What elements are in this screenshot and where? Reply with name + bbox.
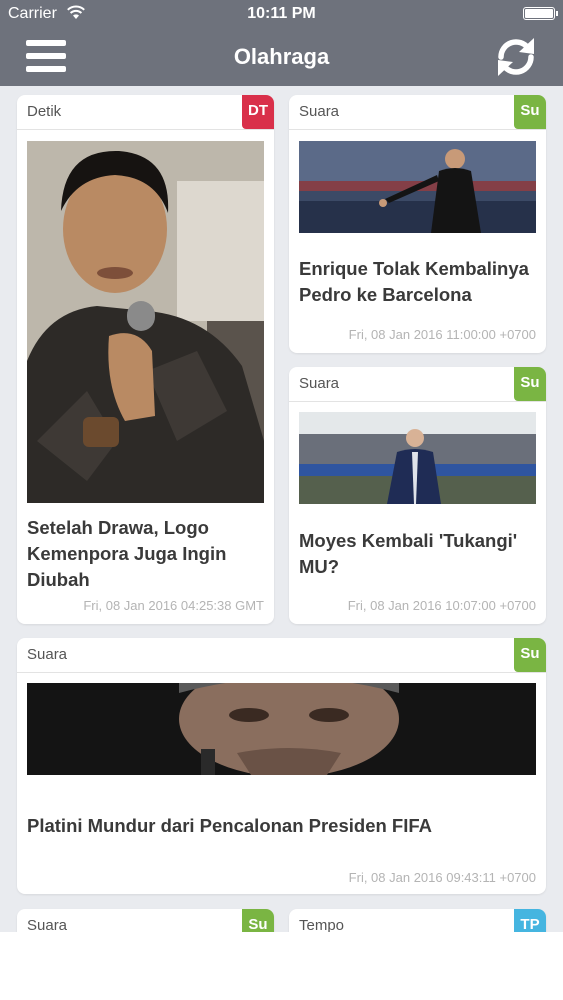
article-date: Fri, 08 Jan 2016 10:07:00 +0700 <box>347 598 536 613</box>
source-label: Detik <box>27 103 62 120</box>
card-header: Suara Su <box>17 638 546 673</box>
news-card[interactable]: Suara Su Platini Mundur dari Pencalonan … <box>17 638 546 894</box>
article-headline: Platini Mundur dari Pencalonan Presiden … <box>27 815 433 836</box>
article-date: Fri, 08 Jan 2016 04:25:38 GMT <box>83 598 264 613</box>
status-bar: Carrier 10:11 PM <box>0 0 563 30</box>
news-card[interactable]: Tempo TP <box>289 909 546 932</box>
source-label: Suara <box>27 917 68 932</box>
card-header: Tempo TP <box>289 909 546 932</box>
article-headline: Enrique Tolak Kembalinya Pedro ke Barcel… <box>299 258 529 305</box>
source-badge: Su <box>514 638 546 672</box>
source-badge: Su <box>514 367 546 401</box>
article-image <box>299 141 536 233</box>
bottom-blank-area <box>0 932 563 1000</box>
source-label: Suara <box>299 103 340 120</box>
card-header: Detik DT <box>17 95 274 130</box>
article-headline: Moyes Kembali 'Tukangi' MU? <box>299 530 518 577</box>
card-header: Suara Su <box>17 909 274 932</box>
source-badge: TP <box>514 909 546 932</box>
source-badge: Su <box>514 95 546 129</box>
article-image <box>299 412 536 504</box>
article-headline: Setelah Drawa, Logo Kemenpora Juga Ingin… <box>27 517 227 590</box>
news-card[interactable]: Suara Su Moyes Kembali 'Tukangi' MU? Fri… <box>289 367 546 624</box>
source-badge: DT <box>242 95 274 129</box>
refresh-icon[interactable] <box>493 34 539 80</box>
card-header: Suara Su <box>289 95 546 130</box>
news-feed[interactable]: Detik DT Setelah Drawa, Logo Kemenpora J… <box>0 86 563 932</box>
card-header: Suara Su <box>289 367 546 402</box>
article-date: Fri, 08 Jan 2016 09:43:11 +0700 <box>348 870 536 885</box>
article-date: Fri, 08 Jan 2016 11:00:00 +0700 <box>348 327 536 342</box>
news-card[interactable]: Suara Su Enrique Tolak Kembalinya Pedro … <box>289 95 546 353</box>
battery-icon <box>523 7 558 20</box>
article-image <box>27 141 264 503</box>
source-label: Suara <box>27 646 68 663</box>
news-card[interactable]: Detik DT Setelah Drawa, Logo Kemenpora J… <box>17 95 274 624</box>
source-label: Tempo <box>299 917 345 932</box>
clock: 10:11 PM <box>247 5 316 22</box>
article-image <box>27 683 536 775</box>
source-label: Suara <box>299 375 340 392</box>
nav-bar: Olahraga <box>0 30 563 86</box>
source-badge: Su <box>242 909 274 932</box>
news-card[interactable]: Suara Su <box>17 909 274 932</box>
page-title: Olahraga <box>233 44 330 69</box>
